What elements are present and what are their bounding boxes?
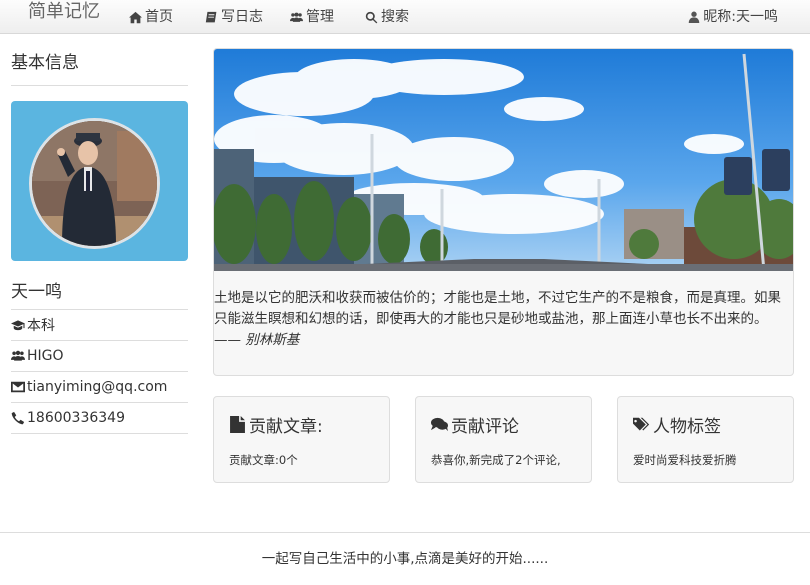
user-icon bbox=[689, 11, 700, 23]
avatar-photo bbox=[32, 121, 157, 246]
home-icon bbox=[129, 11, 142, 23]
card-comments-text: 恭喜你,新完成了2个评论, bbox=[431, 453, 561, 467]
phone-row: 18600336349 bbox=[11, 403, 188, 434]
company-value: HIGO bbox=[27, 348, 64, 364]
phone-value: 18600336349 bbox=[27, 410, 125, 426]
tags-icon bbox=[633, 417, 650, 431]
nav-write-log-label: 写日志 bbox=[221, 9, 263, 25]
phone-icon bbox=[11, 411, 25, 425]
nav-search[interactable]: 搜索 bbox=[365, 0, 409, 34]
card-tags: 人物标签 爱时尚爱科技爱折腾 bbox=[617, 396, 794, 483]
search-icon bbox=[365, 11, 378, 23]
nav-home-label: 首页 bbox=[145, 9, 173, 25]
file-icon bbox=[230, 416, 245, 433]
comments-icon bbox=[431, 417, 448, 432]
card-comments: 贡献评论 恭喜你,新完成了2个评论, bbox=[415, 396, 592, 483]
card-articles-label: 贡献文章: bbox=[249, 417, 323, 437]
nav-search-label: 搜索 bbox=[381, 9, 409, 25]
nav-write-log[interactable]: 写日志 bbox=[205, 0, 263, 34]
education-row: 本科 bbox=[11, 310, 188, 341]
education-value: 本科 bbox=[27, 318, 55, 334]
quote-text: 土地是以它的肥沃和收获而被估价的；才能也是土地，不过它生产的不是粮食，而是真理。… bbox=[214, 271, 793, 351]
card-articles: 贡献文章: 贡献文章:0个 bbox=[213, 396, 390, 483]
quote-author: 别林斯基 bbox=[245, 332, 300, 348]
user-name: 天一鸣 bbox=[11, 261, 188, 310]
users-icon bbox=[11, 350, 25, 361]
sidebar-title: 基本信息 bbox=[11, 34, 188, 86]
card-comments-title: 贡献评论 bbox=[431, 412, 519, 437]
avatar bbox=[29, 118, 160, 249]
footer: 一起写自己生活中的小事,点滴是美好的开始...... bbox=[0, 532, 810, 575]
envelope-icon bbox=[11, 381, 25, 393]
hero-panel: 土地是以它的肥沃和收获而被估价的；才能也是土地，不过它生产的不是粮食，而是真理。… bbox=[213, 48, 794, 376]
navbar: 简单记忆 首页 写日志 管理 搜索 昵称:天一鸣 bbox=[0, 0, 810, 34]
email-value: tianyiming@qq.com bbox=[27, 379, 168, 395]
street-photo bbox=[214, 49, 793, 271]
nav-home[interactable]: 首页 bbox=[129, 0, 173, 34]
card-tags-label: 人物标签 bbox=[653, 417, 721, 437]
graduation-cap-icon bbox=[11, 320, 25, 331]
card-articles-text: 贡献文章:0个 bbox=[229, 453, 298, 467]
user-nickname: 昵称:天一鸣 bbox=[703, 9, 778, 25]
sidebar: 基本信息 天一鸣 本科 HIGO tianyiming@qq.com 18600… bbox=[11, 34, 188, 434]
brand-logo[interactable]: 简单记忆 bbox=[28, 0, 100, 34]
card-comments-label: 贡献评论 bbox=[451, 417, 519, 437]
card-articles-title: 贡献文章: bbox=[229, 412, 323, 437]
users-icon bbox=[290, 12, 303, 22]
nav-manage-label: 管理 bbox=[306, 9, 334, 25]
card-tags-title: 人物标签 bbox=[633, 412, 721, 437]
card-tags-text: 爱时尚爱科技爱折腾 bbox=[633, 453, 737, 467]
avatar-panel bbox=[11, 101, 188, 261]
book-icon bbox=[205, 11, 217, 22]
nav-manage[interactable]: 管理 bbox=[290, 0, 334, 34]
user-menu[interactable]: 昵称:天一鸣 bbox=[688, 0, 778, 34]
footer-text: 一起写自己生活中的小事,点滴是美好的开始...... bbox=[261, 551, 549, 567]
email-row: tianyiming@qq.com bbox=[11, 372, 188, 403]
company-row: HIGO bbox=[11, 341, 188, 372]
